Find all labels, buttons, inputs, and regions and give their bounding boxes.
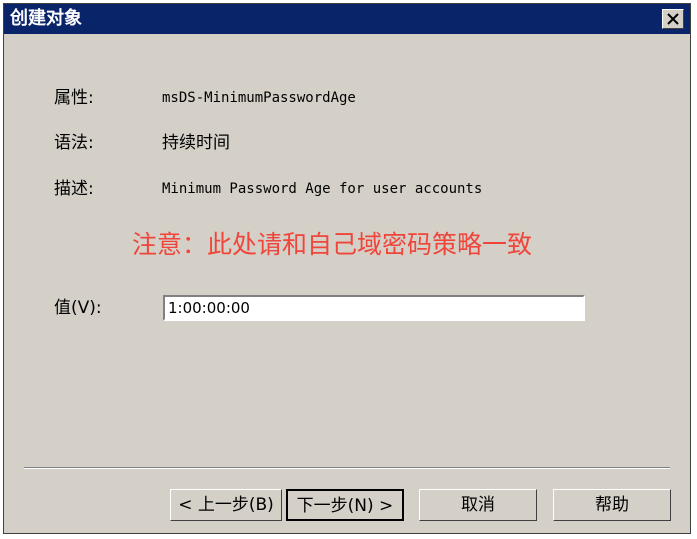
create-object-dialog: 创建对象 属性: msDS-MinimumPasswordAge 语法: 持续时… [3, 3, 691, 534]
attribute-label: 属性: [54, 88, 94, 108]
cancel-button[interactable]: 取消 [419, 489, 537, 521]
description-label: 描述: [54, 179, 94, 199]
attribute-value: msDS-MinimumPasswordAge [162, 90, 356, 106]
next-button[interactable]: 下一步(N) > [286, 489, 404, 521]
separator [24, 467, 670, 469]
value-input[interactable] [163, 295, 585, 321]
back-button[interactable]: < 上一步(B) [170, 489, 282, 521]
syntax-label: 语法: [54, 133, 94, 153]
help-button[interactable]: 帮助 [553, 489, 671, 521]
description-value: Minimum Password Age for user accounts [162, 181, 483, 197]
value-label: 值(V): [54, 298, 102, 318]
title-bar[interactable]: 创建对象 [4, 4, 690, 34]
syntax-value: 持续时间 [162, 133, 230, 153]
close-button[interactable] [662, 9, 684, 29]
close-icon [667, 13, 679, 25]
window-title: 创建对象 [10, 8, 82, 29]
notice-text: 注意：此处请和自己域密码策略一致 [132, 230, 533, 259]
